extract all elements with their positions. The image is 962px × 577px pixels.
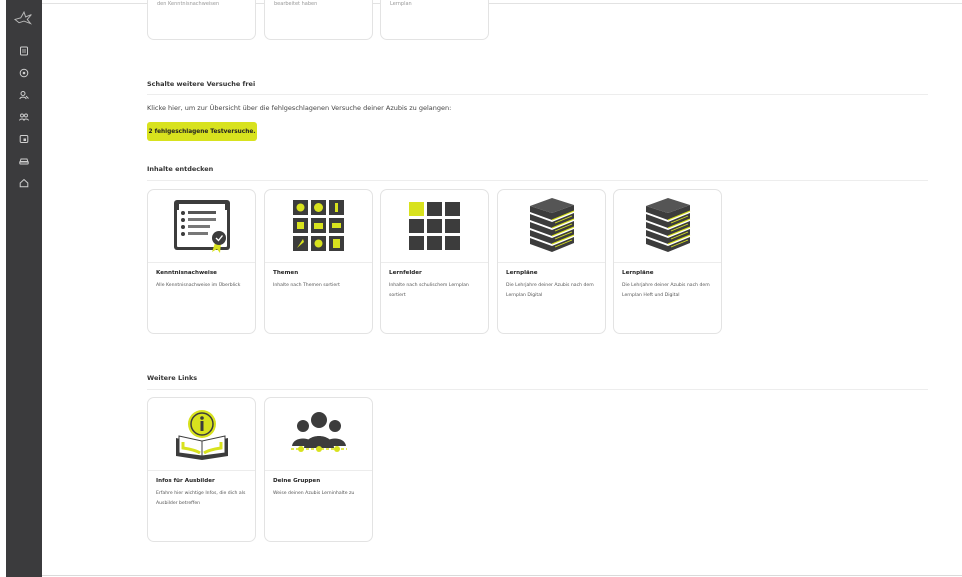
users-icon[interactable] — [6, 84, 42, 106]
top-card-text: den Kenntnisnachweisen — [157, 1, 220, 7]
info-book-icon — [148, 398, 255, 470]
card-description: Erfahre hier wichtige Infos, die dich al… — [156, 491, 246, 506]
card-title: Kenntnisnachweise — [156, 270, 217, 276]
card-divider — [614, 262, 721, 263]
card-title: Lernpläne — [506, 270, 538, 276]
card-divider — [498, 262, 605, 263]
books-stack-icon — [614, 190, 721, 262]
unlock-section-title: Schalte weitere Versuche frei — [147, 80, 256, 88]
section-divider — [147, 94, 928, 95]
groups-icon — [265, 398, 372, 470]
card-description: Die Lehrjahre deiner Azubis nach dem Ler… — [622, 283, 710, 298]
top-card[interactable]: bearbeitet haben — [264, 0, 373, 40]
car-icon[interactable] — [6, 150, 42, 172]
document-icon[interactable] — [6, 40, 42, 62]
books-stack-icon — [498, 190, 605, 262]
top-card[interactable]: Lernplan — [380, 0, 489, 40]
card-lernplaene-digital[interactable]: Lernpläne Die Lehrjahre deiner Azubis na… — [497, 189, 606, 334]
card-divider — [381, 262, 488, 263]
card-description: Alle Kenntnisnachweise im Überblick — [156, 283, 241, 288]
calendar-icon[interactable] — [6, 128, 42, 150]
card-divider — [148, 262, 255, 263]
card-infos-ausbilder[interactable]: Infos für Ausbilder Erfahre hier wichtig… — [147, 397, 256, 542]
fields-grid-icon — [381, 190, 488, 262]
logo-bird-icon[interactable] — [11, 6, 37, 28]
card-title: Lernpläne — [622, 270, 654, 276]
discover-section-title: Inhalte entdecken — [147, 165, 214, 173]
bottom-divider — [42, 575, 962, 576]
card-divider — [148, 470, 255, 471]
top-card-text: Lernplan — [390, 1, 412, 7]
card-description: Inhalte nach schulischem Lernplan sortie… — [389, 283, 469, 298]
top-card-text: bearbeitet haben — [274, 1, 318, 7]
target-icon[interactable] — [6, 62, 42, 84]
card-divider — [265, 262, 372, 263]
card-lernplaene-heft[interactable]: Lernpläne Die Lehrjahre deiner Azubis na… — [613, 189, 722, 334]
card-description: Die Lehrjahre deiner Azubis nach dem Ler… — [506, 283, 594, 298]
card-lernfelder[interactable]: Lernfelder Inhalte nach schulischem Lern… — [380, 189, 489, 334]
failed-attempts-button[interactable]: 2 fehlgeschlagene Testversuche. — [147, 122, 257, 141]
card-kenntnisnachweise[interactable]: Kenntnisnachweise Alle Kenntnisnachweise… — [147, 189, 256, 334]
clipboard-icon — [148, 190, 255, 262]
card-description: Weise deinen Azubis Lerninhalte zu — [273, 491, 355, 496]
card-divider — [265, 470, 372, 471]
group-icon[interactable] — [6, 106, 42, 128]
links-section-title: Weitere Links — [147, 374, 198, 382]
card-title: Lernfelder — [389, 270, 422, 276]
sidebar — [6, 0, 42, 577]
card-description: Inhalte nach Themen sortiert — [273, 283, 340, 288]
home-icon[interactable] — [6, 172, 42, 194]
card-title: Deine Gruppen — [273, 478, 321, 484]
section-divider — [147, 389, 928, 390]
main-content: den Kenntnisnachweisen bearbeitet haben … — [42, 0, 962, 577]
unlock-intro-text: Klicke hier, um zur Übersicht über die f… — [147, 104, 452, 112]
themes-grid-icon — [265, 190, 372, 262]
card-deine-gruppen[interactable]: Deine Gruppen Weise deinen Azubis Lernin… — [264, 397, 373, 542]
card-title: Themen — [273, 270, 299, 276]
top-card[interactable]: den Kenntnisnachweisen — [147, 0, 256, 40]
card-themen[interactable]: Themen Inhalte nach Themen sortiert — [264, 189, 373, 334]
card-title: Infos für Ausbilder — [156, 478, 215, 484]
section-divider — [147, 180, 928, 181]
